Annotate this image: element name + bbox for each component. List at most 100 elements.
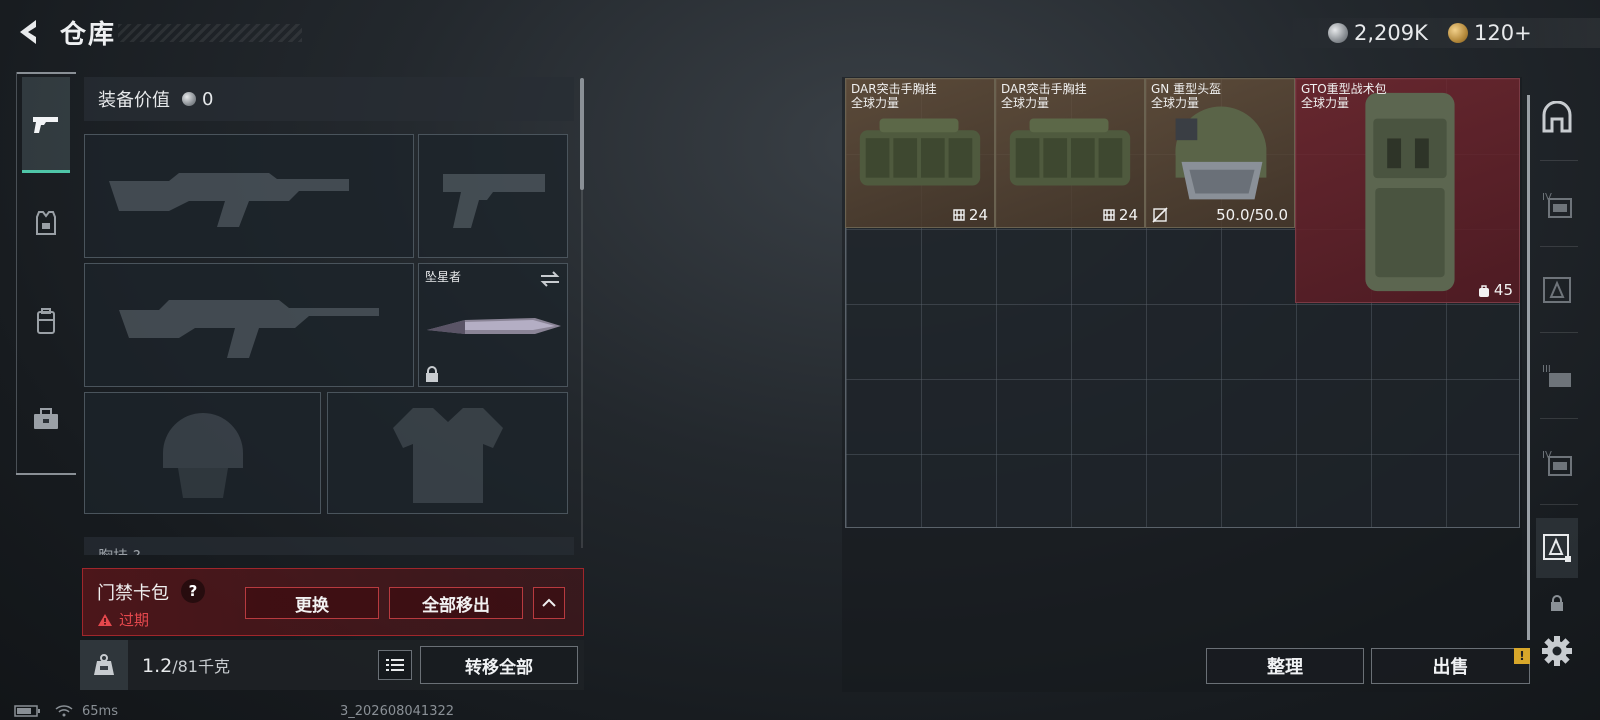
capacity-icon bbox=[1103, 209, 1115, 221]
battery-icon bbox=[14, 705, 40, 717]
equipment-value-header: 装备价值 0 bbox=[84, 77, 574, 121]
wifi-icon bbox=[55, 705, 73, 717]
item-name: DAR突击手胸挂 bbox=[851, 82, 937, 96]
weight-icon bbox=[94, 654, 114, 675]
tab-divider bbox=[1540, 160, 1578, 161]
stash-tab-locked[interactable] bbox=[1536, 580, 1578, 626]
rifle-silhouette-icon bbox=[85, 135, 413, 257]
rail-vertical-line bbox=[16, 72, 17, 475]
sidearm-slot[interactable] bbox=[418, 134, 568, 258]
status-line: 65ms 3_202608041322 bbox=[14, 702, 454, 720]
help-button[interactable]: ? bbox=[181, 579, 205, 603]
knife-image bbox=[427, 318, 561, 334]
category-tab-armor[interactable] bbox=[22, 175, 70, 271]
chevron-up-icon bbox=[542, 598, 556, 607]
item-badge-value: 24 bbox=[968, 206, 988, 224]
category-tab-backpack[interactable] bbox=[22, 273, 70, 369]
loadout-panel: 装备价值 0 坠星者 bbox=[80, 75, 584, 555]
stash-tab-tier3[interactable]: III bbox=[1536, 346, 1578, 406]
stash-item-backpack[interactable]: GTO重型战术包 全球力量 45 bbox=[1295, 78, 1520, 303]
silver-amount: 2,209K bbox=[1354, 21, 1428, 45]
silver-coin-icon bbox=[1328, 23, 1348, 43]
tab-divider bbox=[1540, 418, 1578, 419]
gold-currency[interactable]: 120+ bbox=[1448, 18, 1532, 48]
pistol-icon bbox=[33, 116, 58, 133]
pistol-silhouette-icon bbox=[419, 135, 567, 257]
item-name: DAR突击手胸挂 bbox=[1001, 82, 1087, 96]
helmet-silhouette-icon bbox=[85, 393, 320, 513]
keycard-case-bar: 门禁卡包 ? 过期 更换 全部移出 bbox=[82, 568, 584, 636]
stash-item-chest-rig-1[interactable]: DAR突击手胸挂 全球力量 24 bbox=[845, 78, 995, 228]
lock-icon bbox=[1551, 595, 1563, 611]
keycard-status-text: 过期 bbox=[119, 611, 150, 629]
transfer-all-button[interactable]: 转移全部 bbox=[420, 646, 578, 684]
item-durability: 50.0/50.0 bbox=[1216, 206, 1288, 224]
swap-icon[interactable] bbox=[539, 270, 561, 288]
carry-weight: 1.2/81千克 bbox=[142, 653, 230, 677]
armor-slot[interactable] bbox=[327, 392, 568, 514]
tab-divider bbox=[1540, 332, 1578, 333]
stash-tier4-b-icon: IV bbox=[1542, 450, 1572, 476]
stash-item-chest-rig-2[interactable]: DAR突击手胸挂 全球力量 24 bbox=[995, 78, 1145, 228]
top-bar: 仓库 2,209K 120+ bbox=[0, 0, 1600, 64]
helmet-slot[interactable] bbox=[84, 392, 321, 514]
item-subtitle: 全球力量 bbox=[1301, 96, 1350, 110]
item-badge: 24 bbox=[1102, 206, 1138, 224]
sell-button-label: 出售 bbox=[1432, 657, 1469, 678]
stash-tab-home[interactable] bbox=[1536, 88, 1578, 148]
loadout-scrollbar[interactable] bbox=[580, 78, 584, 190]
back-arrow-icon[interactable] bbox=[14, 16, 46, 48]
weight-capacity: /81千克 bbox=[172, 657, 230, 676]
stash-tab-tier4-b[interactable]: IV bbox=[1536, 432, 1578, 492]
warning-icon bbox=[98, 613, 112, 626]
stash-selected-icon bbox=[1543, 534, 1571, 562]
vest-silhouette-icon bbox=[328, 393, 567, 513]
stash-tier4-icon: IV bbox=[1542, 192, 1572, 218]
stash-item-helmet[interactable]: GN 重型头盔 全球力量 50.0/50.0 bbox=[1145, 78, 1295, 228]
melee-slot[interactable]: 坠星者 bbox=[418, 263, 568, 387]
item-name: GN 重型头盔 bbox=[1151, 82, 1222, 96]
gold-coin-icon bbox=[1448, 23, 1468, 43]
stash-tab-armor[interactable] bbox=[1536, 260, 1578, 320]
sell-button[interactable]: 出售 ! bbox=[1371, 648, 1530, 684]
move-all-out-button[interactable]: 全部移出 bbox=[389, 587, 523, 619]
svg-text:IV: IV bbox=[1542, 450, 1552, 461]
tab-divider bbox=[1540, 246, 1578, 247]
equipment-value-label: 装备价值 bbox=[98, 90, 170, 111]
stash-tab-selected[interactable] bbox=[1536, 518, 1578, 578]
equipment-value: 0 bbox=[202, 88, 214, 110]
category-tab-tools[interactable] bbox=[22, 371, 70, 467]
secondary-weapon-slot[interactable] bbox=[84, 263, 414, 387]
svg-text:IV: IV bbox=[1542, 192, 1552, 203]
sell-alert-badge: ! bbox=[1514, 648, 1530, 664]
page-title: 仓库 bbox=[60, 20, 117, 50]
stash-home-icon bbox=[1542, 101, 1572, 133]
item-subtitle: 全球力量 bbox=[1151, 96, 1200, 110]
stash-tier3-icon: III bbox=[1542, 364, 1571, 387]
settings-gear-icon[interactable] bbox=[1540, 634, 1574, 668]
armor-vest-icon bbox=[36, 211, 56, 235]
rail-bottom-line bbox=[16, 473, 76, 475]
item-name: GTO重型战术包 bbox=[1301, 82, 1387, 96]
item-badge-value: 24 bbox=[1118, 206, 1138, 224]
backpack-icon bbox=[1478, 284, 1489, 297]
sort-button[interactable]: 整理 bbox=[1206, 648, 1364, 684]
collapse-button[interactable] bbox=[533, 587, 565, 619]
current-weight: 1.2 bbox=[142, 655, 173, 677]
primary-weapon-slot[interactable] bbox=[84, 134, 414, 258]
stash-tab-tier4[interactable]: IV bbox=[1536, 174, 1578, 234]
lock-icon bbox=[426, 366, 438, 382]
list-icon bbox=[386, 659, 404, 671]
stash-tab-rail-indicator bbox=[1527, 95, 1530, 640]
keycard-status: 过期 bbox=[97, 609, 149, 630]
replace-button[interactable]: 更换 bbox=[245, 587, 379, 619]
list-view-button[interactable] bbox=[378, 650, 412, 680]
gold-amount: 120+ bbox=[1474, 21, 1532, 45]
keycard-case-title: 门禁卡包 bbox=[97, 583, 169, 604]
weight-icon-box bbox=[80, 640, 128, 690]
backpack-icon bbox=[37, 308, 55, 334]
category-tab-weapons[interactable] bbox=[22, 77, 70, 173]
capacity-icon bbox=[953, 209, 965, 221]
ping-value: 65ms bbox=[82, 703, 118, 719]
stash-armor-icon bbox=[1543, 277, 1571, 303]
